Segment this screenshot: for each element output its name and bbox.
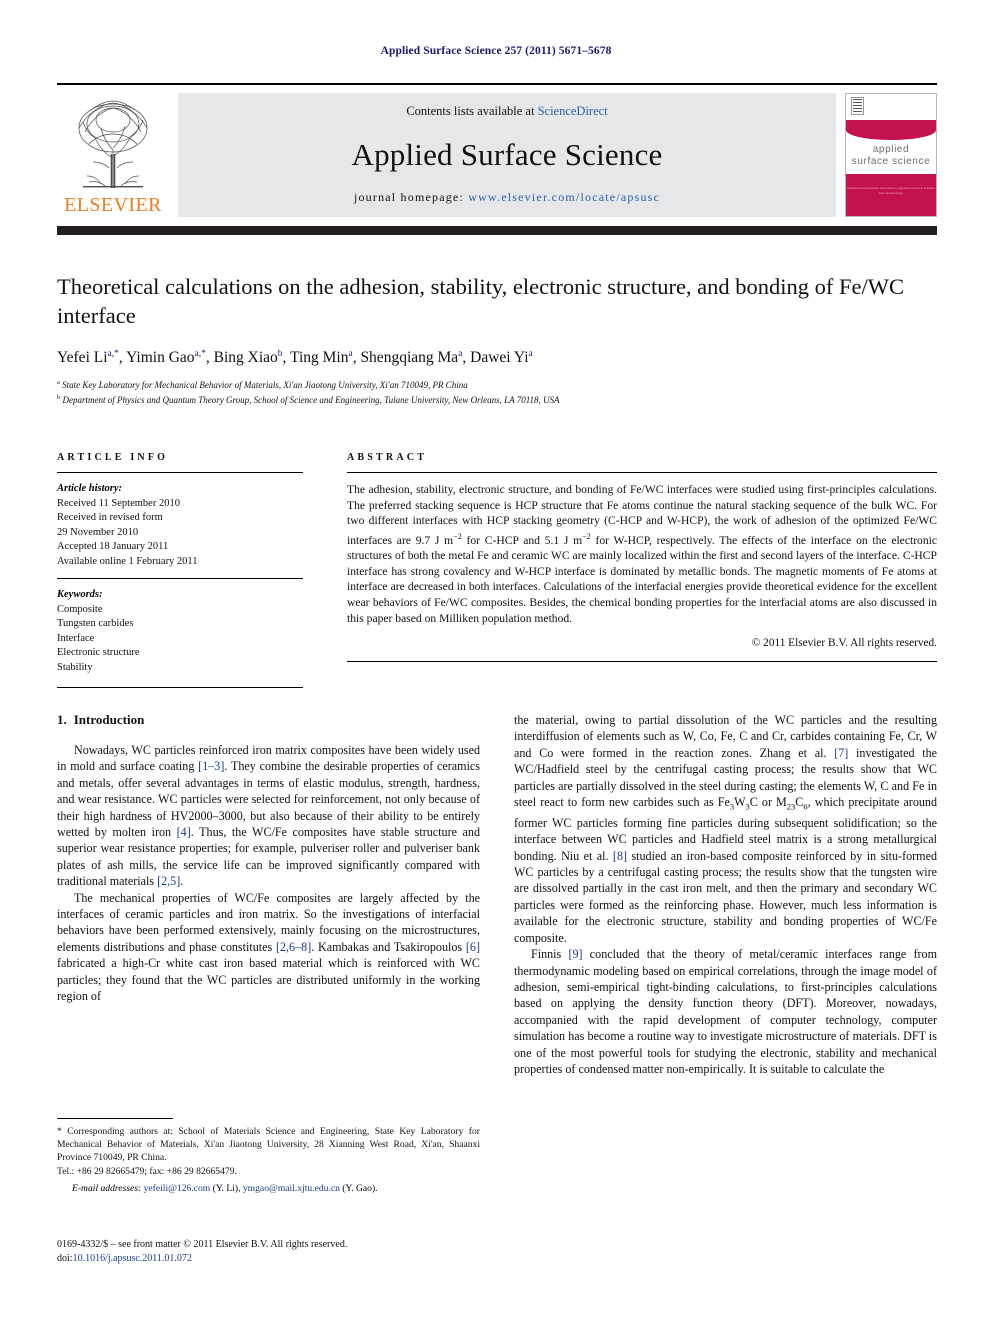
author: Yimin Gaoa,* (126, 349, 206, 367)
sciencedirect-link[interactable]: ScienceDirect (538, 104, 608, 118)
cover-title-line1: applied (872, 144, 910, 155)
masthead-panel: Contents lists available at ScienceDirec… (178, 93, 836, 217)
abstract-column: ABSTRACT The adhesion, stability, electr… (347, 452, 937, 688)
keyword-item: Electronic structure (57, 647, 140, 658)
citation-ref[interactable]: [9] (568, 947, 582, 961)
email-note: E-mail addresses: yefeili@126.com (Y. Li… (72, 1182, 378, 1194)
paragraph: Nowadays, WC particles reinforced iron m… (57, 743, 480, 889)
citation-ref[interactable]: [2,5] (157, 874, 180, 888)
title-block: Theoretical calculations on the adhesion… (57, 272, 937, 406)
email-link-1[interactable]: yefeili@126.com (144, 1183, 211, 1194)
citation-ref[interactable]: [2,6–8] (276, 940, 311, 954)
masthead-bottom-bar (57, 226, 937, 235)
keywords-heading: Keywords: (57, 589, 103, 600)
doi-link[interactable]: 10.1016/j.apsusc.2011.01.072 (73, 1253, 192, 1264)
article-info-rule (57, 472, 303, 473)
history-item: Received 11 September 2010 (57, 497, 180, 509)
article-info-column: ARTICLE INFO Article history: Received 1… (57, 452, 303, 688)
doi-line: doi:10.1016/j.apsusc.2011.01.072 (57, 1253, 192, 1264)
cover-fineprint: international journal devoted to applied… (846, 186, 936, 195)
article-info-label: ARTICLE INFO (57, 452, 169, 463)
contents-prefix: Contents lists available at (406, 104, 538, 118)
email-link-2[interactable]: ymgao@mail.xjtu.edu.cn (243, 1183, 340, 1194)
elsevier-wordmark: ELSEVIER (64, 194, 162, 216)
section-title: Introduction (73, 712, 145, 727)
abstract-text: The adhesion, stability, electronic stru… (347, 483, 938, 625)
keyword-item: Tungsten carbides (57, 618, 134, 629)
paragraph: the material, owing to partial dissoluti… (514, 713, 938, 945)
abstract-rule (347, 472, 937, 473)
citation-ref[interactable]: [7] (834, 746, 848, 760)
elsevier-tree-icon (78, 100, 148, 188)
keyword-item: Interface (57, 632, 95, 644)
citation-ref[interactable]: [1–3] (198, 759, 224, 773)
article-info-bottom-rule (57, 687, 303, 688)
cover-title-line2: surface science (851, 156, 931, 167)
cover-mini-logo-icon (851, 97, 864, 115)
footnote-rule (57, 1118, 173, 1119)
author-mark: a (348, 349, 353, 359)
body-columns: 1. Introduction Nowadays, WC particles re… (57, 712, 937, 1077)
history-item: Accepted 18 January 2011 (57, 541, 169, 552)
keywords-rule (57, 578, 303, 579)
citation-ref[interactable]: [6] (466, 940, 480, 954)
abstract-label: ABSTRACT (347, 452, 428, 463)
homepage-url-link[interactable]: www.elsevier.com/locate/apsusc (468, 190, 660, 204)
journal-homepage-line: journal homepage: www.elsevier.com/locat… (354, 190, 660, 205)
contents-available-line: Contents lists available at ScienceDirec… (406, 104, 607, 119)
contact-phone-note: Tel.: +86 29 82665479; fax: +86 29 82665… (57, 1165, 237, 1177)
history-item: 29 November 2010 (57, 526, 139, 538)
affiliation: b Department of Physics and Quantum Theo… (57, 393, 560, 405)
author: Bing Xiaob (213, 349, 283, 367)
keyword-item: Composite (57, 603, 103, 615)
cover-pink-panel: international journal devoted to applied… (846, 174, 936, 216)
author: Ting Mina (290, 349, 353, 367)
citation-ref[interactable]: [8] (613, 849, 627, 863)
article-history: Article history: Received 11 September 2… (57, 482, 303, 569)
cover-title-band: applied surface science (846, 140, 936, 174)
keyword-item: Stability (57, 661, 93, 673)
keywords-block: Keywords: Composite Tungsten carbides In… (57, 588, 303, 675)
abstract-bottom-rule (347, 661, 937, 663)
paragraph: Finnis [9] concluded that the theory of … (514, 947, 937, 1076)
author-list: Yefei Lia,*, Yimin Gaoa,*, Bing Xiaob, T… (57, 349, 533, 367)
citation-ref[interactable]: [4] (177, 825, 191, 839)
author-mark: a,* (107, 349, 119, 359)
homepage-label: journal homepage: (353, 190, 469, 204)
author-mark: a (458, 349, 463, 359)
info-abstract-region: ARTICLE INFO Article history: Received 1… (57, 452, 937, 688)
imprint-block: 0169-4332/$ – see front matter © 2011 El… (57, 1238, 557, 1266)
journal-title: Applied Surface Science (351, 136, 663, 172)
author-mark: a (528, 349, 533, 359)
author: Yefei Lia,* (57, 349, 119, 367)
section-number: 1. (57, 712, 67, 727)
issn-copyright-line: 0169-4332/$ – see front matter © 2011 El… (57, 1239, 348, 1250)
affiliation: a State Key Laboratory for Mechanical Be… (57, 379, 468, 391)
author-mark: a,* (194, 349, 206, 359)
body-column-left: 1. Introduction Nowadays, WC particles re… (57, 712, 480, 1077)
affiliation-list: a State Key Laboratory for Mechanical Be… (57, 377, 937, 406)
history-item: Received in revised form (57, 512, 163, 523)
cover-top-strip (846, 94, 936, 120)
corresponding-author-note: * Corresponding authors at: School of Ma… (57, 1126, 480, 1164)
author: Shengqiang Maa (360, 349, 463, 367)
footnote-block: * Corresponding authors at: School of Ma… (57, 1118, 480, 1195)
journal-masthead: ELSEVIER Contents lists available at Sci… (57, 83, 937, 235)
paragraph: The mechanical properties of WC/Fe compo… (57, 890, 480, 1004)
cover-arc-shape (846, 120, 936, 140)
section-heading-introduction: 1. Introduction (57, 712, 480, 728)
elsevier-logo: ELSEVIER (57, 93, 169, 217)
abstract-copyright: © 2011 Elsevier B.V. All rights reserved… (751, 637, 937, 650)
body-column-right: the material, owing to partial dissoluti… (514, 712, 937, 1077)
history-item: Available online 1 February 2011 (57, 555, 198, 567)
author-mark: b (277, 349, 283, 359)
page-title: Theoretical calculations on the adhesion… (57, 274, 905, 328)
journal-cover-thumbnail: applied surface science international jo… (845, 93, 937, 217)
running-head: Applied Surface Science 257 (2011) 5671–… (380, 45, 612, 57)
paper-page: Applied Surface Science 257 (2011) 5671–… (0, 0, 992, 1323)
masthead-top-rule (57, 83, 937, 85)
email-label: E-mail addresses: (72, 1182, 142, 1194)
article-history-heading: Article history: (57, 483, 123, 494)
author: Dawei Yia (470, 349, 533, 367)
